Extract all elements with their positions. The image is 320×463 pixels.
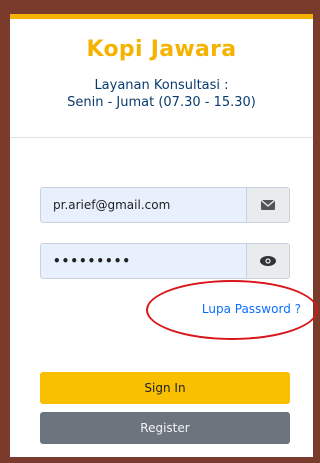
service-hours: Layanan Konsultasi : Senin - Jumat (07.3… (10, 77, 313, 111)
password-value: ••••••••• (53, 254, 132, 268)
app-title: Kopi Jawara (86, 37, 237, 62)
login-card: Kopi Jawara Layanan Konsultasi : Senin -… (10, 14, 318, 457)
email-field[interactable]: pr.arief@gmail.com (40, 187, 290, 223)
sign-in-button[interactable]: Sign In (40, 372, 290, 404)
eye-icon[interactable] (246, 244, 289, 278)
envelope-icon (246, 188, 289, 222)
forgot-password-link[interactable]: Lupa Password ? (202, 302, 301, 316)
password-field[interactable]: ••••••••• (40, 243, 290, 279)
service-schedule: Senin - Jumat (07.30 - 15.30) (67, 95, 256, 110)
register-button[interactable]: Register (40, 412, 290, 444)
service-label: Layanan Konsultasi : (94, 78, 229, 93)
divider (10, 137, 313, 138)
email-value: pr.arief@gmail.com (53, 198, 171, 212)
